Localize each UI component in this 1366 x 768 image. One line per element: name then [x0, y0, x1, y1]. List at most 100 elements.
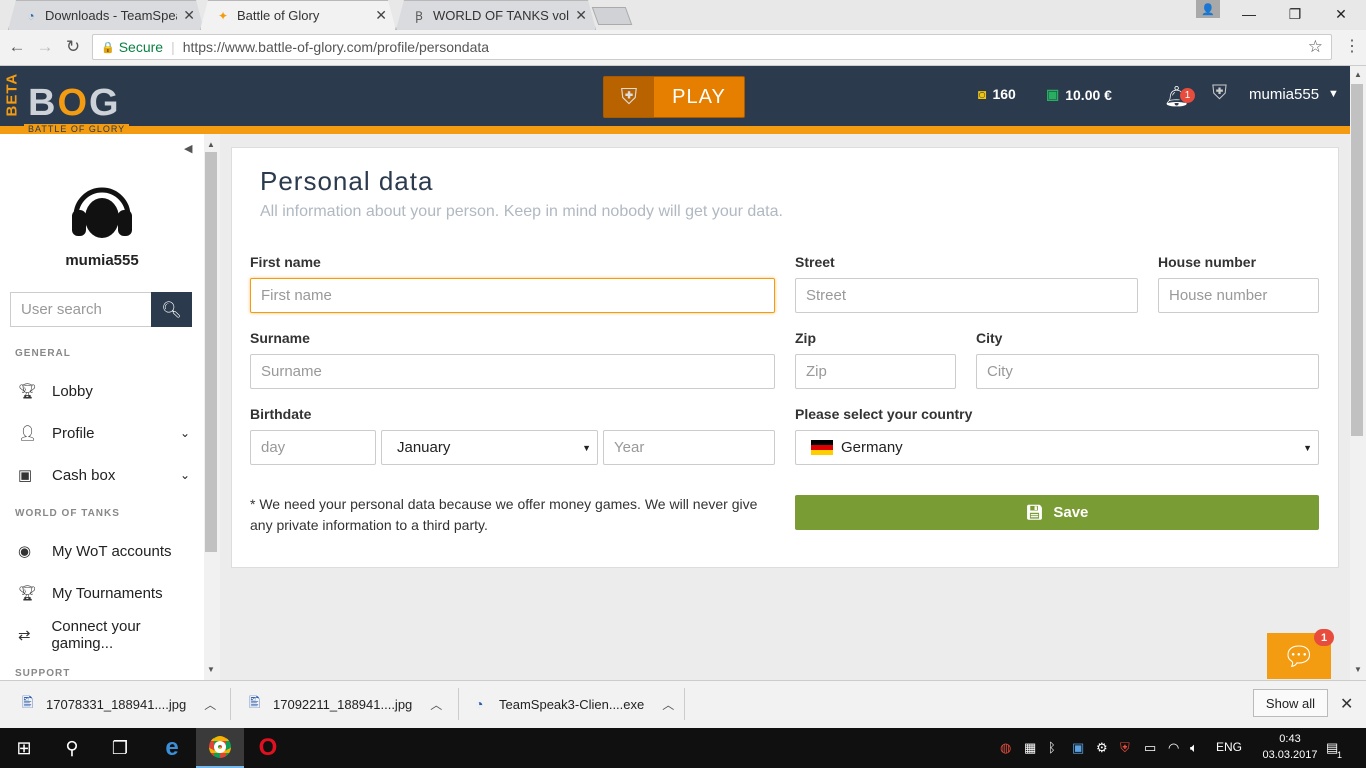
sidebar-item-connect[interactable]: ⇄ Connect your gaming...	[0, 617, 204, 653]
surname-label: Surname	[250, 330, 310, 346]
scroll-up-icon[interactable]: ▲	[1354, 70, 1362, 79]
wot-icon: Ꞵ	[415, 9, 423, 23]
chevron-down-icon[interactable]: ▼	[1328, 88, 1339, 100]
collapse-sidebar-icon[interactable]: ◀	[184, 142, 192, 155]
close-window-icon[interactable]: ✕	[1318, 0, 1364, 28]
omnibox[interactable]: 🔒 Secure | https://www.battle-of-glory.c…	[92, 34, 1332, 60]
close-tab-icon[interactable]: ✕	[375, 7, 387, 24]
tray-app-icon[interactable]: ◍	[1000, 740, 1011, 756]
birth-day-input[interactable]: day	[250, 430, 376, 465]
user-search-input[interactable]: User search	[10, 292, 152, 327]
birth-year-input[interactable]: Year	[603, 430, 775, 465]
tray-monitor-icon[interactable]: ▦	[1024, 740, 1036, 756]
chrome-icon[interactable]	[196, 728, 244, 768]
task-view-icon[interactable]: ❐	[96, 728, 144, 768]
close-downloads-icon[interactable]: ✕	[1340, 694, 1353, 714]
bluetooth-icon[interactable]: ᛒ	[1048, 740, 1056, 755]
trophy-icon: 🏆︎	[18, 585, 38, 602]
url-text: https://www.battle-of-glory.com/profile/…	[182, 39, 490, 55]
scroll-down-icon[interactable]: ▼	[207, 665, 215, 674]
play-button[interactable]: ⛨ PLAY	[603, 76, 745, 118]
headset-icon	[72, 187, 132, 238]
clock-time: 0:43	[1279, 733, 1301, 745]
show-all-downloads-button[interactable]: Show all	[1253, 689, 1328, 717]
divider	[684, 688, 685, 720]
download-item[interactable]: 🖺 17092211_188941....jpg ︿	[249, 680, 442, 728]
account-icon: ◉	[18, 543, 32, 560]
close-tab-icon[interactable]: ✕	[575, 7, 587, 24]
download-filename: 17092211_188941....jpg	[273, 696, 413, 712]
first-name-input[interactable]: First name	[250, 278, 775, 313]
logo-subtitle: BATTLE OF GLORY	[24, 124, 130, 134]
restore-icon[interactable]: ❐	[1272, 0, 1318, 28]
tab-battle-of-glory[interactable]: ✦ Battle of Glory ✕	[200, 0, 396, 30]
coins-value: 160	[992, 86, 1016, 102]
close-tab-icon[interactable]: ✕	[183, 7, 195, 24]
page-subtitle: All information about your person. Keep …	[260, 203, 783, 220]
sidebar-item-wot-accounts[interactable]: ◉ My WoT accounts	[0, 533, 204, 569]
save-button[interactable]: 💾︎ Save	[795, 495, 1319, 530]
tray-shield-icon[interactable]: ⛨	[1120, 740, 1130, 756]
sidebar-item-profile[interactable]: 👤︎ Profile ⌄	[0, 415, 204, 451]
birthdate-label: Birthdate	[250, 406, 312, 422]
logo-letter-o: O	[57, 82, 90, 124]
new-tab-button[interactable]	[591, 7, 633, 25]
forward-icon[interactable]: →	[34, 36, 56, 58]
month-value: January	[397, 439, 451, 456]
battery-icon[interactable]: ▭	[1144, 740, 1156, 756]
house-number-input[interactable]: House number	[1158, 278, 1319, 313]
action-center-badge: 1	[1337, 750, 1343, 760]
wifi-icon[interactable]: ◠	[1168, 740, 1179, 756]
divider	[458, 688, 459, 720]
volume-icon[interactable]: 🔈︎	[1190, 740, 1198, 756]
tray-app-icon[interactable]: ▣	[1072, 740, 1084, 756]
search-icon[interactable]: ⚲	[48, 728, 96, 768]
system-clock[interactable]: 0:43 03.03.2017	[1262, 731, 1318, 763]
tray-network-icon[interactable]: ⚙	[1096, 740, 1108, 756]
back-icon[interactable]: ←	[6, 36, 28, 58]
scroll-down-icon[interactable]: ▼	[1354, 665, 1362, 674]
chevron-up-icon[interactable]: ︿	[204, 696, 216, 713]
tab-downloads-teamspeak[interactable]: ◔ Downloads - TeamSpeak ✕	[8, 0, 204, 30]
sidebar-item-cashbox[interactable]: ▣ Cash box ⌄	[0, 457, 204, 493]
search-button[interactable]: 🔍︎	[151, 292, 192, 327]
floppy-disk-icon: 💾︎	[1025, 504, 1044, 520]
city-label: City	[976, 330, 1003, 346]
secure-label: Secure	[118, 39, 164, 55]
bookmark-star-icon[interactable]: ☆	[1308, 37, 1323, 57]
sidebar-username: mumia555	[65, 252, 139, 269]
sidebar-scrollbar-thumb[interactable]	[205, 152, 217, 552]
page-scrollbar-thumb[interactable]	[1351, 84, 1363, 436]
city-input[interactable]: City	[976, 354, 1319, 389]
sidebar-item-lobby[interactable]: 🏆︎ Lobby	[0, 373, 204, 409]
edge-browser-icon[interactable]: e	[148, 728, 196, 768]
logo-letter-b: B	[28, 82, 58, 124]
opera-icon[interactable]: O	[244, 728, 292, 768]
scroll-up-icon[interactable]: ▲	[207, 140, 215, 149]
sidebar-item-tournaments[interactable]: 🏆︎ My Tournaments	[0, 575, 204, 611]
reload-icon[interactable]: ↻	[62, 36, 84, 58]
avatar[interactable]	[70, 180, 134, 244]
save-label: Save	[1053, 504, 1089, 521]
browser-profile-icon[interactable]: 👤	[1196, 0, 1220, 18]
birth-month-select[interactable]: January ▼	[381, 430, 598, 465]
bog-logo[interactable]: BOG BATTLE OF GLORY	[24, 72, 143, 134]
language-indicator[interactable]: ENG	[1216, 740, 1242, 754]
street-input[interactable]: Street	[795, 278, 1138, 313]
chevron-up-icon[interactable]: ︿	[662, 696, 674, 713]
browser-menu-icon[interactable]: ⋮	[1344, 36, 1360, 56]
sidebar-item-label: Profile	[52, 424, 95, 442]
windows-start-icon[interactable]: ⊞	[0, 728, 48, 768]
zip-label: Zip	[795, 330, 816, 346]
download-item[interactable]: 🖺 17078331_188941....jpg ︿	[22, 680, 216, 728]
surname-input[interactable]: Surname	[250, 354, 775, 389]
country-select[interactable]: Germany ▼	[795, 430, 1319, 465]
teamspeak-icon: ◔	[475, 696, 484, 712]
zip-input[interactable]: Zip	[795, 354, 956, 389]
download-item[interactable]: ◔ TeamSpeak3-Clien....exe ︿	[475, 680, 674, 728]
tab-world-of-tanks[interactable]: Ꞵ WORLD OF TANKS vol 1 ✕	[396, 0, 596, 30]
chevron-up-icon[interactable]: ︿	[430, 696, 442, 713]
header-username[interactable]: mumia555	[1249, 86, 1319, 103]
wot-avatar-icon[interactable]: ⛨	[1212, 82, 1234, 108]
minimize-icon[interactable]: —	[1226, 0, 1272, 28]
